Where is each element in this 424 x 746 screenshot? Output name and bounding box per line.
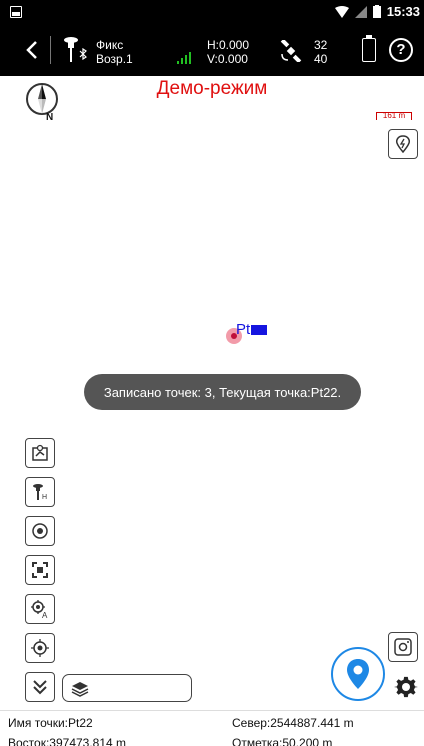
layers-icon (71, 682, 89, 697)
double-chevron-down-icon (33, 680, 47, 695)
map-tool-button[interactable] (25, 438, 55, 468)
elevation-value: Отметка:50.200 m (232, 736, 333, 746)
back-arrow-icon[interactable] (26, 40, 38, 60)
horizontal-precision: H:0.000 (207, 38, 250, 52)
full-extent-button[interactable] (25, 555, 55, 585)
svg-text:H: H (42, 494, 47, 501)
gear-icon (394, 676, 418, 698)
help-icon[interactable]: ? (389, 38, 413, 62)
signal-icon (354, 5, 367, 18)
east-coordinate: Восток:397473.814 m (8, 736, 127, 746)
bluetooth-icon (79, 48, 87, 60)
toast-message: Записано точек: 3, Текущая точка:Pt22. (84, 374, 361, 410)
survey-point-label: Pt (236, 321, 268, 338)
battery-icon (372, 5, 381, 18)
point-name: Имя точки:Pt22 (8, 716, 93, 730)
clock: 15:33 (386, 4, 420, 19)
collapse-toolbar-button[interactable] (25, 672, 55, 702)
north-coordinate: Север:2544887.441 m (232, 716, 354, 730)
locate-auto-icon: A (31, 600, 48, 619)
device-battery-cap (366, 35, 372, 38)
compass-icon[interactable]: N (25, 82, 59, 122)
gallery-notification-icon (10, 6, 22, 18)
wifi-icon (334, 5, 349, 18)
signal-strength-icon (177, 52, 191, 64)
vertical-precision: V:0.000 (207, 52, 248, 66)
full-extent-icon (32, 562, 48, 578)
settings-button[interactable] (392, 673, 420, 701)
point-label-redacted (251, 325, 268, 336)
location-search-button[interactable] (388, 129, 418, 159)
camera-pin-icon (394, 638, 412, 656)
demo-mode-label: Демо-режим (156, 78, 268, 99)
antenna-height-icon: H (33, 484, 47, 501)
device-battery-icon (362, 38, 376, 62)
status-bar: 15:33 (0, 0, 424, 24)
solution-status: Фикс (96, 38, 124, 52)
auto-center-button[interactable]: A (25, 594, 55, 624)
center-position-button[interactable] (25, 516, 55, 546)
toolbar: Фикс Возр.1 H:0.000 V:0.000 32 40 ? (0, 24, 424, 76)
my-location-button[interactable] (25, 633, 55, 663)
scale-label: 161 m (382, 111, 406, 120)
map-measure-icon (32, 444, 48, 461)
satellite-icon[interactable] (280, 40, 302, 62)
satellites-visible: 40 (314, 52, 328, 66)
point-label-text: Pt (236, 321, 251, 338)
my-location-icon (31, 639, 49, 657)
toolbar-divider (50, 36, 51, 64)
point-info-panel: Имя точки:Pt22 Север:2544887.441 m Восто… (0, 710, 424, 746)
antenna-height-button[interactable]: H (25, 477, 55, 507)
svg-text:A: A (42, 611, 48, 619)
record-point-button[interactable] (331, 647, 385, 701)
age-status: Возр.1 (96, 52, 133, 66)
location-pin-icon (347, 659, 369, 689)
status-right: 15:33 (334, 4, 420, 19)
satellites-used: 32 (314, 38, 328, 52)
photo-point-button[interactable] (388, 632, 418, 662)
map-view[interactable]: Демо-режим N 161 m Pt Записано точек: 3,… (0, 76, 424, 710)
target-icon (32, 523, 48, 539)
svg-text:N: N (46, 112, 53, 122)
pin-lightning-icon (396, 135, 410, 154)
layers-button[interactable] (62, 674, 192, 702)
